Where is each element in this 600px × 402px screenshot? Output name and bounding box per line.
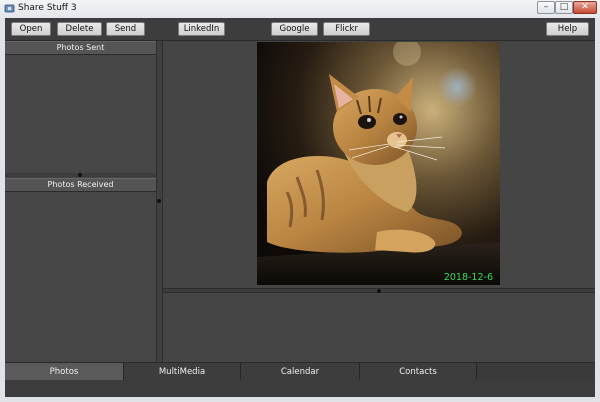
open-button[interactable]: Open bbox=[11, 22, 51, 36]
google-button[interactable]: Google bbox=[271, 22, 318, 36]
tab-calendar[interactable]: Calendar bbox=[241, 363, 360, 381]
vertical-splitter[interactable] bbox=[156, 41, 163, 362]
status-bar bbox=[5, 380, 595, 397]
photos-sent-list[interactable] bbox=[5, 55, 156, 173]
flickr-button[interactable]: Flickr bbox=[323, 22, 370, 36]
window-title: Share Stuff 3 bbox=[18, 3, 77, 13]
details-area bbox=[163, 293, 595, 362]
right-panel: 2018-12-6 bbox=[163, 41, 595, 362]
close-icon: ✕ bbox=[581, 2, 589, 12]
tab-photos[interactable]: Photos bbox=[5, 363, 124, 381]
image-preview-area: 2018-12-6 bbox=[163, 41, 595, 288]
delete-button[interactable]: Delete bbox=[57, 22, 102, 36]
maximize-button[interactable]: □ bbox=[555, 1, 573, 14]
bottom-tabs: Photos MultiMedia Calendar Contacts bbox=[5, 362, 595, 381]
window-frame-bottom bbox=[0, 397, 600, 402]
photos-received-header: Photos Received bbox=[5, 178, 156, 192]
toolbar: Open Delete Send LinkedIn Google Flickr … bbox=[5, 18, 595, 41]
photo-date-label: 2018-12-6 bbox=[444, 272, 493, 283]
main-area: Photos Sent Photos Received 2018-12-6 bbox=[5, 41, 595, 362]
cat-image: 2018-12-6 bbox=[257, 42, 500, 285]
close-button[interactable]: ✕ bbox=[573, 1, 597, 14]
window-frame-right bbox=[595, 18, 600, 402]
linkedin-button[interactable]: LinkedIn bbox=[178, 22, 225, 36]
left-panel: Photos Sent Photos Received bbox=[5, 41, 156, 362]
cat-photo[interactable]: 2018-12-6 bbox=[257, 42, 500, 285]
photos-received-list[interactable] bbox=[5, 192, 156, 362]
maximize-icon: □ bbox=[559, 2, 569, 12]
tab-multimedia[interactable]: MultiMedia bbox=[124, 363, 241, 381]
title-bar[interactable]: Share Stuff 3 – □ ✕ bbox=[0, 0, 600, 19]
splitter-handle-icon bbox=[78, 173, 82, 177]
minimize-icon: – bbox=[543, 2, 549, 12]
help-button[interactable]: Help bbox=[546, 22, 589, 36]
vertical-splitter-handle-icon bbox=[157, 199, 161, 203]
app-icon bbox=[4, 4, 15, 13]
tab-contacts[interactable]: Contacts bbox=[360, 363, 477, 381]
left-splitter[interactable] bbox=[5, 173, 156, 177]
photos-sent-header: Photos Sent bbox=[5, 41, 156, 55]
send-button[interactable]: Send bbox=[106, 22, 145, 36]
minimize-button[interactable]: – bbox=[537, 1, 555, 14]
